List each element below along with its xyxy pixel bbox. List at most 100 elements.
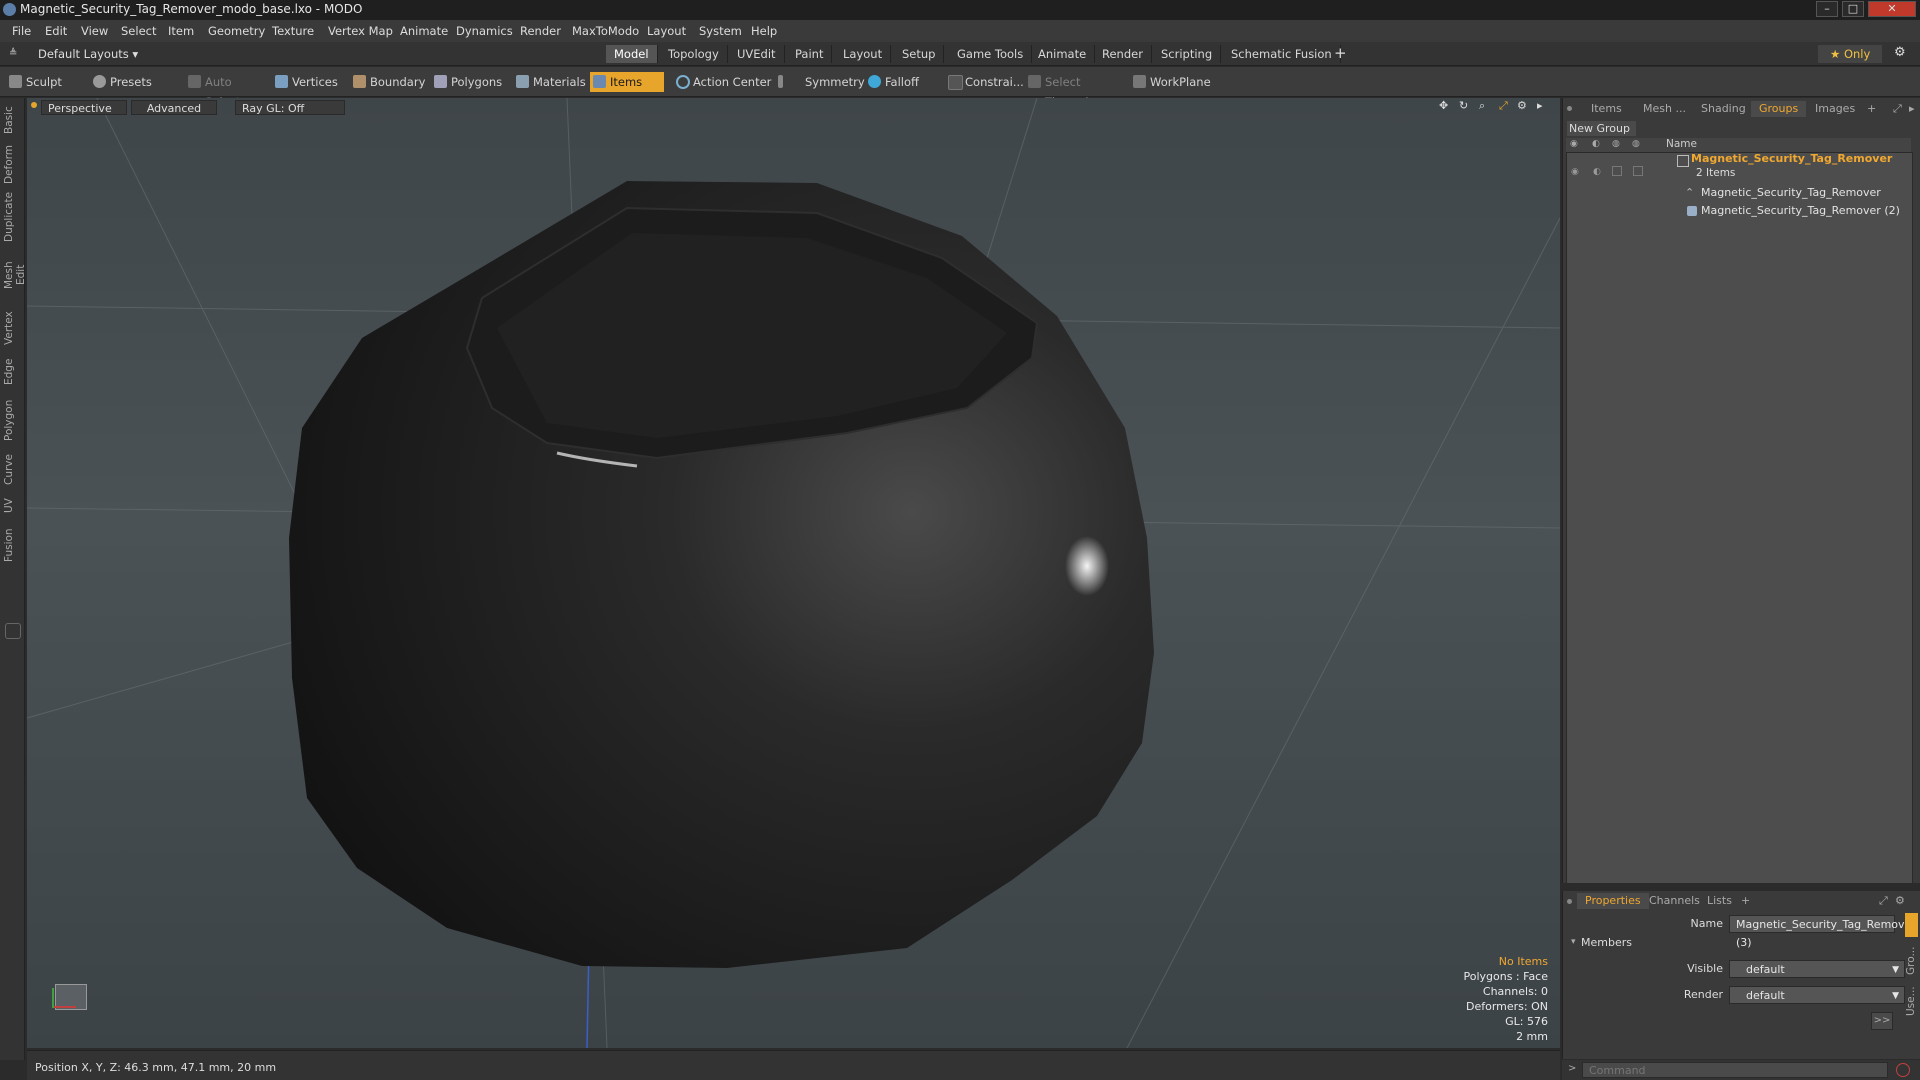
rotate-view-icon[interactable]: ↻ xyxy=(1459,99,1468,112)
tab-mesh[interactable]: Mesh ... xyxy=(1635,101,1694,117)
move-view-icon[interactable]: ✥ xyxy=(1439,99,1448,112)
vtab-edge[interactable]: Edge xyxy=(3,356,21,388)
items-button[interactable]: Items 3 xyxy=(590,72,664,109)
expand-panel-icon[interactable]: ⤢ xyxy=(1893,102,1902,116)
default-layouts-dropdown[interactable]: Default Layouts ▾ xyxy=(38,47,138,61)
menu-dynamics[interactable]: Dynamics xyxy=(456,24,513,38)
tab-groups[interactable]: Groups xyxy=(1751,101,1807,117)
menu-maxtomodo[interactable]: MaxToModo xyxy=(572,24,639,38)
vtab-mesh-edit[interactable]: Mesh Edit xyxy=(3,250,27,300)
tab-setup[interactable]: Setup xyxy=(894,45,945,63)
visible-dropdown[interactable]: default ▼ xyxy=(1729,960,1905,978)
panel-arrow-icon[interactable]: ▸ xyxy=(1909,102,1915,115)
list-item[interactable]: ⌃ Magnetic_Security_Tag_Remover xyxy=(1567,184,1912,202)
add-layout-tab-button[interactable]: + xyxy=(1334,44,1347,62)
list-item[interactable]: Magnetic_Security_Tag_Remover (2) xyxy=(1567,202,1912,220)
group-row[interactable]: ◉ ◐ Magnetic_Security_Tag_Remover 2 Item… xyxy=(1567,152,1912,183)
panel-menu-dot[interactable] xyxy=(1567,106,1572,111)
tab-layout[interactable]: Layout xyxy=(835,45,892,63)
add-tab-button[interactable]: + xyxy=(1741,894,1750,907)
render-toggle-icon[interactable]: ◐ xyxy=(1593,163,1601,181)
menu-select[interactable]: Select xyxy=(121,24,156,38)
side-tab-users[interactable]: Use... xyxy=(1905,983,1920,1019)
viewport-expand-icon[interactable]: ▸ xyxy=(1537,99,1543,112)
layout-menu-icon[interactable]: ≜ xyxy=(9,48,17,59)
action-center-button[interactable]: Action Center xyxy=(673,72,773,92)
vtab-fusion[interactable]: Fusion xyxy=(3,524,21,566)
vtab-duplicate[interactable]: Duplicate xyxy=(3,192,21,242)
tab-paint[interactable]: Paint xyxy=(787,45,833,63)
menu-view[interactable]: View xyxy=(81,24,108,38)
tab-lists[interactable]: Lists xyxy=(1699,893,1740,909)
viewport-menu-dot[interactable] xyxy=(31,102,37,108)
tab-model[interactable]: Model xyxy=(606,45,658,63)
vtab-vertex[interactable]: Vertex xyxy=(3,308,21,348)
name-field-menu[interactable] xyxy=(1905,913,1918,937)
render-dropdown[interactable]: default ▼ xyxy=(1729,986,1905,1004)
minimize-button[interactable]: – xyxy=(1816,1,1838,17)
shading-mode-button[interactable]: Advanced xyxy=(131,100,217,115)
members-section-label[interactable]: Members xyxy=(1581,936,1632,949)
symmetry-button[interactable]: Symmetry xyxy=(775,72,865,92)
vtab-basic[interactable]: Basic xyxy=(3,104,21,136)
maximize-button[interactable]: □ xyxy=(1842,1,1864,17)
menu-item[interactable]: Item xyxy=(168,24,194,38)
viewport-scene[interactable] xyxy=(27,98,1560,1048)
viewport-settings-icon[interactable]: ⚙ xyxy=(1517,99,1527,112)
select-through-button[interactable]: Select Through xyxy=(1025,72,1120,109)
members-collapse-icon[interactable]: ▾ xyxy=(1571,937,1576,947)
command-input[interactable] xyxy=(1582,1062,1888,1078)
groups-list[interactable]: ◉ ◐ Magnetic_Security_Tag_Remover 2 Item… xyxy=(1566,152,1913,884)
menu-render[interactable]: Render xyxy=(520,24,561,38)
new-group-button[interactable]: New Group xyxy=(1567,121,1636,136)
menu-layout[interactable]: Layout xyxy=(647,24,686,38)
vtab-polygon[interactable]: Polygon xyxy=(3,396,21,444)
tab-items[interactable]: Items xyxy=(1583,101,1630,117)
polygons-button[interactable]: Polygons xyxy=(431,72,511,92)
boundary-button[interactable]: Boundary xyxy=(350,72,430,92)
only-toggle[interactable]: ★ Only xyxy=(1818,45,1883,63)
3d-viewport[interactable]: Perspective Advanced Ray GL: Off ✥ ↻ ⌕ ⤢… xyxy=(27,98,1560,1048)
zoom-view-icon[interactable]: ⌕ xyxy=(1479,99,1485,113)
perspective-view-button[interactable]: Perspective xyxy=(41,100,127,115)
menu-help[interactable]: Help xyxy=(751,24,777,38)
constraints-button[interactable]: Constrai... xyxy=(945,72,1024,92)
menu-file[interactable]: File xyxy=(12,24,31,38)
menu-geometry[interactable]: Geometry xyxy=(208,24,265,38)
auto-select-button[interactable]: Auto Select xyxy=(185,72,270,109)
menu-vertex-map[interactable]: Vertex Map xyxy=(328,24,393,38)
tab-shading[interactable]: Shading xyxy=(1693,101,1754,117)
left-panel-toggle[interactable] xyxy=(5,623,21,639)
tab-scripting[interactable]: Scripting xyxy=(1153,45,1222,63)
sculpt-button[interactable]: Sculpt xyxy=(6,72,86,92)
close-button[interactable]: ✕ xyxy=(1868,1,1916,17)
tab-schematic-fusion[interactable]: Schematic Fusion xyxy=(1223,45,1341,63)
tab-channels[interactable]: Channels xyxy=(1641,893,1708,909)
name-field[interactable]: Magnetic_Security_Tag_Remover (3) xyxy=(1729,915,1916,949)
menu-edit[interactable]: Edit xyxy=(45,24,67,38)
panel-settings-icon[interactable]: ⚙ xyxy=(1895,894,1905,907)
menu-system[interactable]: System xyxy=(699,24,742,38)
tab-topology[interactable]: Topology xyxy=(660,45,728,63)
falloff-button[interactable]: Falloff xyxy=(865,72,940,92)
tab-game-tools[interactable]: Game Tools xyxy=(949,45,1033,63)
more-button[interactable]: >> xyxy=(1871,1012,1893,1030)
tab-properties[interactable]: Properties xyxy=(1577,893,1649,909)
tab-uvedit[interactable]: UVEdit xyxy=(729,45,785,63)
vtab-deform[interactable]: Deform xyxy=(3,144,21,184)
materials-button[interactable]: Materials xyxy=(513,72,593,92)
expand-panel-icon[interactable]: ⤢ xyxy=(1879,894,1888,908)
side-tab-groups[interactable]: Gro... xyxy=(1905,943,1920,979)
menu-texture[interactable]: Texture xyxy=(272,24,314,38)
add-tab-button[interactable]: + xyxy=(1867,102,1876,115)
tab-images[interactable]: Images xyxy=(1807,101,1863,117)
command-clear-icon[interactable] xyxy=(1896,1063,1910,1077)
vtab-curve[interactable]: Curve xyxy=(3,452,21,488)
tab-animate[interactable]: Animate xyxy=(1030,45,1096,63)
vtab-uv[interactable]: UV xyxy=(3,496,21,516)
workplane-button[interactable]: WorkPlane xyxy=(1130,72,1211,92)
vertices-button[interactable]: Vertices 1 xyxy=(272,72,344,109)
menu-animate[interactable]: Animate xyxy=(400,24,448,38)
select-toggle[interactable] xyxy=(1633,166,1643,176)
raygl-toggle[interactable]: Ray GL: Off xyxy=(235,100,345,115)
